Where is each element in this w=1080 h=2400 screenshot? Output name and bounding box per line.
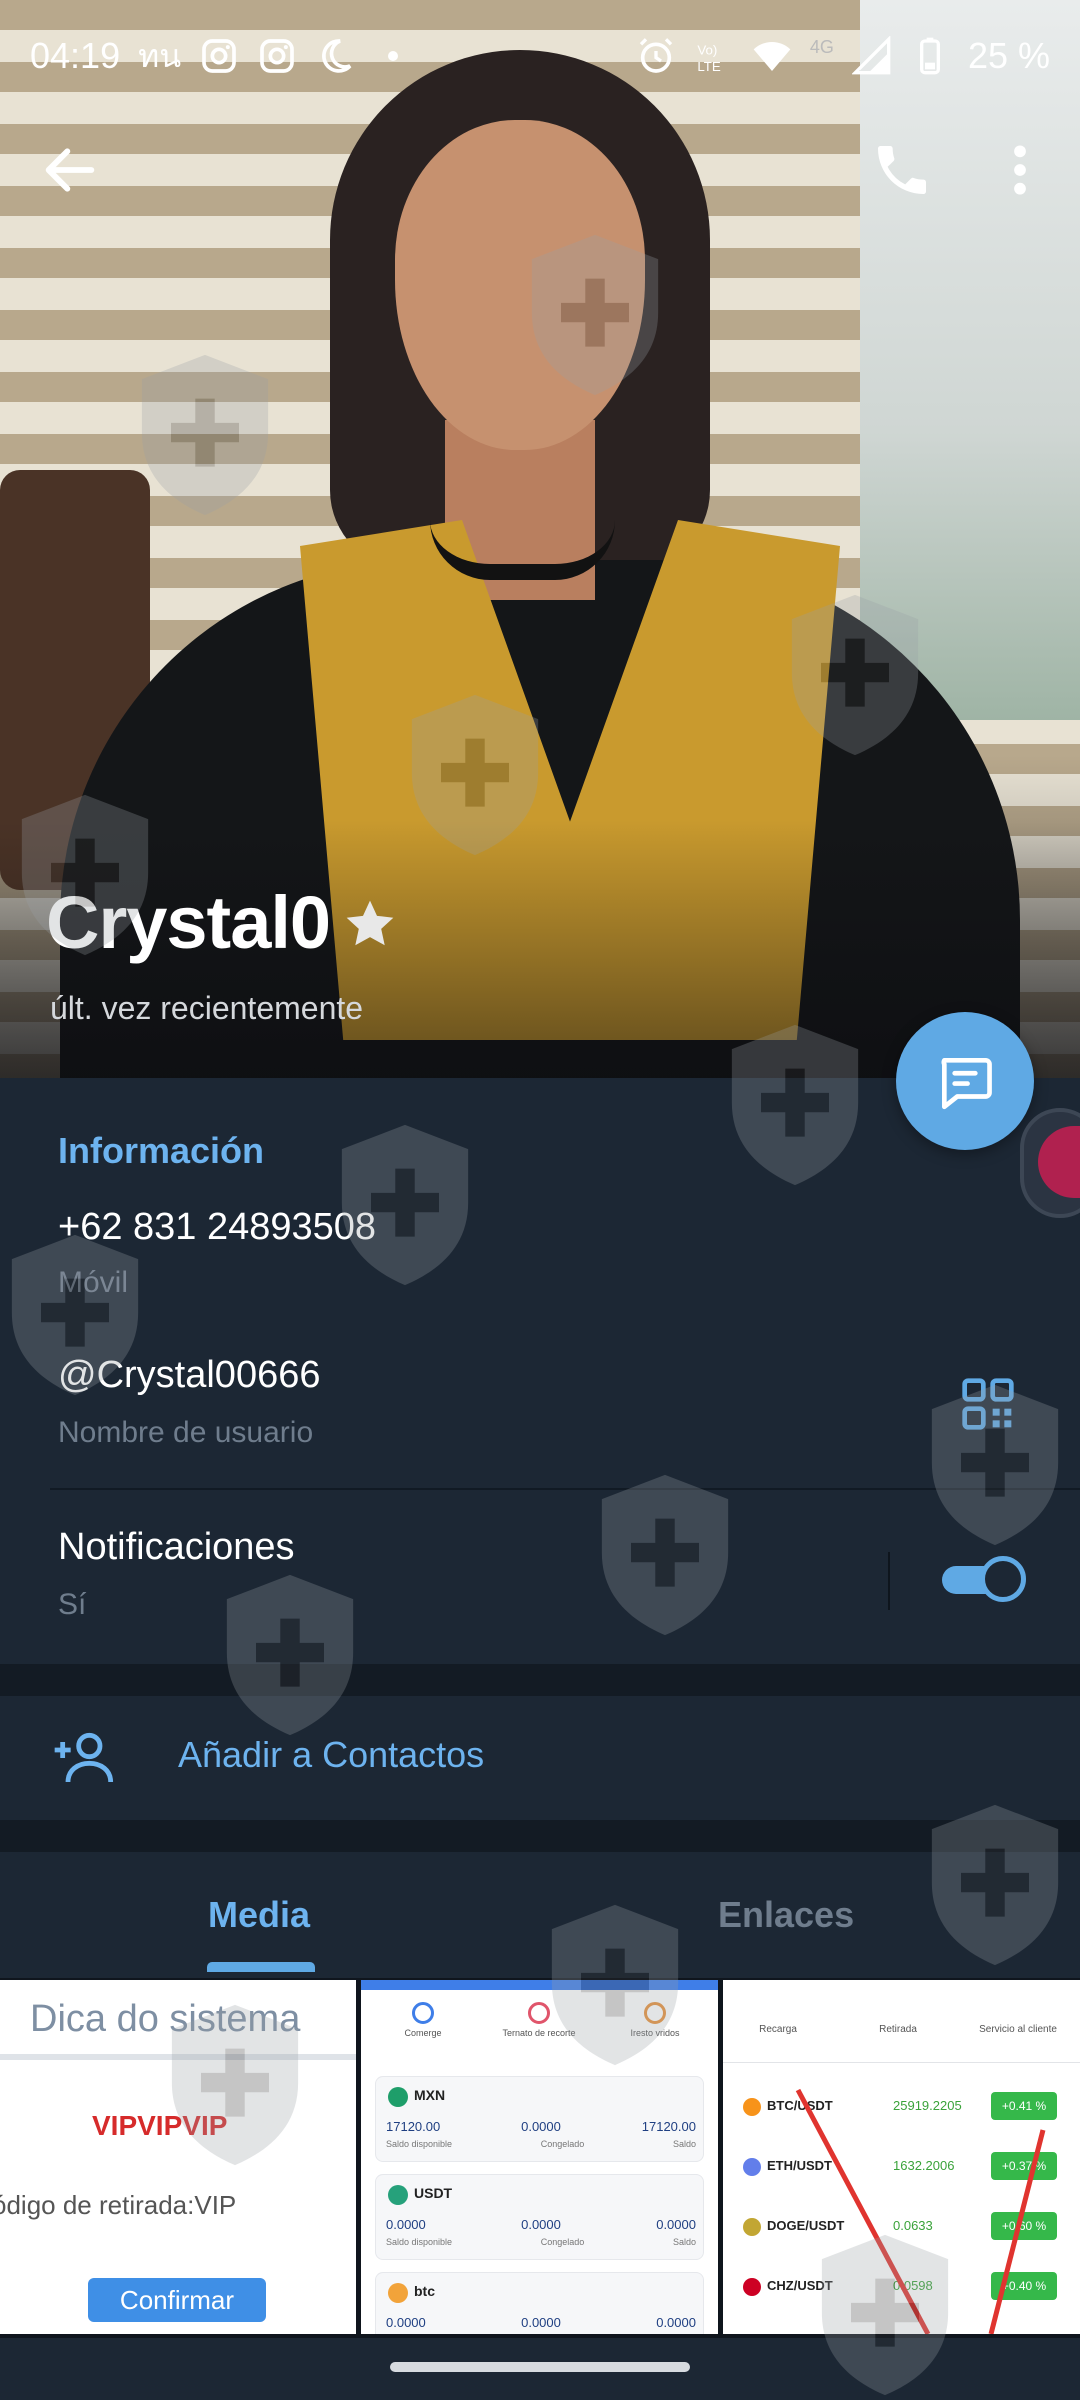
add-user-icon — [54, 1732, 114, 1783]
network-label: 4G — [809, 36, 834, 57]
toggle-knob — [980, 1556, 1026, 1602]
svg-text:LTE: LTE — [697, 59, 721, 74]
thumb-nav: Comerge Ternato de recorte Iresto vridos — [361, 2002, 718, 2056]
tab-links[interactable]: Enlaces — [718, 1894, 854, 1936]
annotation-strokes — [795, 2088, 1046, 2334]
thumb-balance-card: USDT 0.0000 0.0000 0.0000 Saldo disponible… — [375, 2174, 704, 2260]
gesture-navigation-bar — [0, 2338, 1080, 2400]
username[interactable]: @Crystal00666 — [58, 1354, 320, 1397]
section-gap — [0, 1820, 1080, 1852]
dot-icon — [388, 51, 399, 61]
signal-icon — [851, 36, 891, 75]
moon-icon — [322, 39, 352, 73]
send-message-button[interactable] — [896, 1012, 1034, 1150]
wifi-icon — [753, 42, 791, 71]
media-grid: Dica do sistema VIPVIPVIP ódigo de retir… — [0, 1978, 1080, 2338]
info-section: Información +62 831 24893508 Móvil @Crys… — [0, 1078, 1080, 1664]
thumb-nav-icon — [412, 2002, 434, 2024]
status-bar: 04:19 ทน Vo) LTE 4G 25 % — [0, 0, 1080, 112]
thumb-vip: VIPVIPVIP — [92, 2110, 228, 2141]
coin-icon — [388, 2185, 408, 2205]
add-to-contacts-label: Añadir a Contactos — [178, 1734, 485, 1775]
thumb-nav-item: Comerge — [373, 2002, 473, 2038]
home-gesture-handle[interactable] — [390, 2362, 690, 2372]
star-icon — [346, 900, 394, 946]
section-gap — [0, 1664, 1080, 1696]
message-icon — [941, 1058, 992, 1110]
instagram-icon — [260, 39, 294, 73]
media-thumbnail[interactable]: Dica do sistema VIPVIPVIP ódigo de retir… — [0, 1980, 356, 2334]
last-seen-status: últ. vez recientemente — [50, 990, 364, 1026]
thumb-nav-icon — [644, 2002, 666, 2024]
status-time: 04:19 — [30, 35, 121, 76]
thumb-header-bar — [361, 1980, 718, 1990]
thumb-nav-item: Iresto vridos — [605, 2002, 705, 2038]
carrier-glyph: ทน — [138, 37, 182, 74]
edge-handle-tab — [1038, 1126, 1080, 1198]
thumb-title: Dica do sistema — [30, 1998, 301, 2040]
section-title-info: Información — [58, 1130, 265, 1171]
thumb-confirm-button: Confirmar — [88, 2278, 266, 2322]
notifications-toggle[interactable] — [942, 1556, 1026, 1602]
coin-icon — [388, 2087, 408, 2107]
back-arrow-icon[interactable] — [38, 138, 102, 202]
thumb-divider — [0, 2054, 356, 2060]
battery-icon — [919, 37, 940, 75]
profile-name: Crystal0 — [46, 881, 331, 964]
vertical-separator — [888, 1552, 890, 1610]
qr-code-icon[interactable] — [960, 1376, 1016, 1432]
media-tabs: Media Enlaces — [0, 1852, 1080, 1978]
alarm-icon — [639, 38, 673, 73]
coin-icon — [388, 2283, 408, 2303]
photo-face — [395, 120, 645, 450]
thumb-balance-card: btc 0.0000 0.0000 0.0000 — [375, 2272, 704, 2334]
phone-number[interactable]: +62 831 24893508 — [58, 1206, 376, 1249]
floating-edge-handle[interactable] — [1020, 1108, 1080, 1218]
notifications-label[interactable]: Notificaciones — [58, 1526, 295, 1569]
phone-label: Móvil — [58, 1266, 129, 1299]
media-thumbnail[interactable]: Recarga Retirada Servicio al cliente BTC… — [723, 1980, 1080, 2334]
svg-text:Vo): Vo) — [697, 42, 717, 57]
tab-media[interactable]: Media — [208, 1894, 310, 1936]
volte-icon: Vo) LTE — [697, 42, 721, 74]
phone-icon[interactable] — [870, 138, 934, 202]
more-vertical-icon[interactable] — [1000, 138, 1040, 202]
username-label: Nombre de usuario — [58, 1416, 314, 1449]
thumb-code: ódigo de retirada:VIP — [0, 2190, 237, 2220]
media-thumbnail[interactable]: Comerge Ternato de recorte Iresto vridos… — [361, 1980, 718, 2334]
thumb-nav-item: Ternato de recorte — [489, 2002, 589, 2038]
battery-level: 25 % — [967, 35, 1050, 76]
thumb-nav-icon — [528, 2002, 550, 2024]
instagram-icon — [202, 39, 236, 73]
notifications-value: Sí — [58, 1588, 87, 1621]
thumb-balance-card: MXN 17120.00 0.0000 17120.00 Saldo disponi… — [375, 2076, 704, 2162]
add-to-contacts-row[interactable]: Añadir a Contactos — [0, 1696, 1080, 1820]
divider — [50, 1488, 1080, 1490]
tab-indicator — [207, 1962, 315, 1972]
